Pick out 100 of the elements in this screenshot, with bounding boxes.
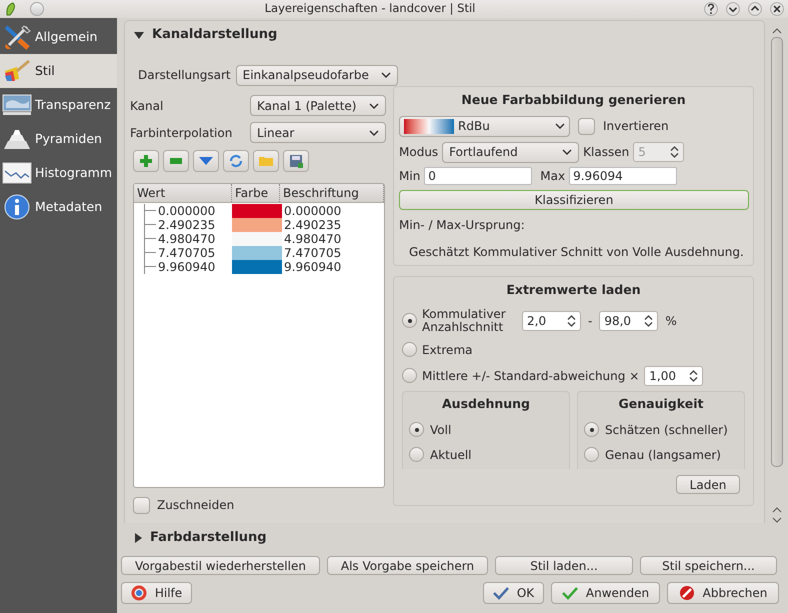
- radio-button[interactable]: [584, 422, 599, 437]
- radio-label: Genau (langsamer): [605, 446, 721, 464]
- radio-button[interactable]: [409, 447, 424, 462]
- paintbrush-icon: [3, 59, 31, 83]
- dropdown[interactable]: Einkanalpseudofarbe: [236, 64, 398, 86]
- spin-box[interactable]: 1,00: [644, 366, 704, 386]
- spin-arrows-icon: [689, 370, 698, 382]
- caret-icon: [369, 102, 379, 108]
- style-button[interactable]: Stil laden...: [495, 556, 633, 575]
- style-button[interactable]: Vorgabestil wiederherstellen: [121, 556, 320, 575]
- table-cell: 7.470705: [284, 246, 342, 260]
- sidebar-item[interactable]: Histogramm: [0, 156, 117, 190]
- toolbar-button[interactable]: [133, 150, 159, 172]
- radio-button[interactable]: [402, 313, 417, 328]
- group-title: Neue Farbabbildung generieren: [460, 91, 687, 109]
- radio-label: Extrema: [422, 342, 472, 359]
- checkbox-label: Zuschneiden: [157, 497, 234, 514]
- dialog-button[interactable]: Anwenden: [551, 582, 660, 604]
- tree-line: [144, 232, 156, 246]
- table-cell: 2.490235: [284, 218, 342, 232]
- add-icon: [138, 153, 154, 169]
- spin-box[interactable]: 98,0: [599, 310, 658, 331]
- table-cell: 9.960940: [284, 260, 342, 274]
- sidebar-item[interactable]: Pyramiden: [0, 122, 117, 156]
- caret-icon: [562, 149, 572, 156]
- style-button[interactable]: Als Vorgabe speichern: [327, 556, 488, 575]
- checkmark-icon: [492, 586, 509, 600]
- toolbar-button[interactable]: [283, 150, 309, 172]
- classify-button[interactable]: Klassifizieren: [399, 190, 749, 210]
- table-cell: 2.490235: [158, 218, 216, 232]
- tree-line: [144, 218, 156, 232]
- table-cell: 0.000000: [284, 204, 342, 218]
- window-title: Layereigenschaften - landcover | Stil: [264, 0, 476, 18]
- column-header[interactable]: Farbe: [232, 184, 280, 202]
- radio-button[interactable]: [402, 368, 417, 384]
- scrollbar-thumb[interactable]: [771, 37, 783, 467]
- app-logo-icon[interactable]: [4, 1, 18, 17]
- collapse-arrow-icon[interactable]: [134, 32, 144, 38]
- expand-arrow-icon[interactable]: [135, 533, 142, 544]
- radio-label: Voll: [430, 422, 452, 438]
- help-button[interactable]: [704, 2, 718, 16]
- field-label: Klassen: [583, 144, 630, 162]
- column-header[interactable]: Wert: [134, 184, 232, 202]
- sidebar-item[interactable]: Stil: [0, 54, 117, 88]
- column-header[interactable]: Beschriftung: [280, 184, 384, 202]
- table-cell: 4.980470: [284, 232, 342, 246]
- sidebar-item[interactable]: Transparenz: [0, 88, 117, 122]
- maximize-button[interactable]: [748, 2, 762, 16]
- table-cell: 0.000000: [158, 204, 216, 218]
- input-field[interactable]: 9.96094: [569, 166, 678, 185]
- table-cell: 7.470705: [158, 246, 216, 260]
- toolbar-button[interactable]: [193, 150, 219, 172]
- field-label: Farbinterpolation: [130, 124, 232, 142]
- dropdown[interactable]: Fortlaufend: [442, 142, 580, 163]
- checkmark-icon: [562, 586, 578, 600]
- radio-label: Aktuell: [430, 446, 472, 464]
- toolbar-button[interactable]: [223, 150, 249, 172]
- close-button[interactable]: [770, 2, 784, 16]
- table-cell: 4.980470: [158, 232, 216, 246]
- caret-icon: [380, 72, 391, 78]
- lifebuoy-icon: [130, 585, 147, 601]
- radio-label: Kommulativer Anzahlschnitt: [422, 308, 507, 334]
- save-icon: [288, 153, 304, 169]
- spin-arrows-icon: [644, 314, 654, 327]
- dialog-button[interactable]: Hilfe: [121, 582, 192, 604]
- spin-arrows-icon: [567, 314, 576, 327]
- dialog-button[interactable]: Abbrechen: [667, 582, 779, 604]
- radio-button[interactable]: [584, 447, 599, 462]
- scroll-down-icon[interactable]: [772, 517, 782, 523]
- tree-line: [144, 204, 156, 218]
- radio-button[interactable]: [402, 342, 417, 358]
- dropdown[interactable]: Linear: [250, 122, 386, 143]
- spin-arrows-icon: [670, 146, 680, 158]
- dropdown[interactable]: Kanal 1 (Palette): [250, 95, 386, 116]
- style-button[interactable]: Stil speichern...: [640, 556, 777, 575]
- sidebar-item[interactable]: Metadaten: [0, 190, 117, 224]
- color-ramp-preview: [404, 118, 454, 134]
- checkbox-label: Invertieren: [603, 118, 669, 136]
- line-graph-icon: [2, 162, 32, 184]
- caret-icon: [555, 123, 565, 130]
- checkbox[interactable]: [133, 496, 150, 514]
- color-ramp-dropdown[interactable]: RdBu: [399, 116, 570, 137]
- checkbox[interactable]: [578, 118, 595, 135]
- radio-label: Mittlere +/- Standard-abweichung ×: [422, 368, 640, 385]
- load-button[interactable]: Laden: [676, 474, 740, 494]
- toolbar-button[interactable]: [163, 150, 189, 172]
- dialog-button[interactable]: OK: [483, 582, 544, 604]
- input-field[interactable]: 0: [424, 166, 532, 185]
- spin-box[interactable]: 2,0: [522, 310, 581, 331]
- tools-icon: [3, 24, 31, 50]
- radio-button[interactable]: [409, 422, 424, 437]
- scroll-up-icon[interactable]: [772, 28, 782, 34]
- separator-text: -: [588, 312, 592, 330]
- label: Geschätzt Kommulativer Schnitt von Volle Ausdehnung.: [409, 244, 745, 261]
- scroll-up-icon[interactable]: [772, 507, 782, 513]
- map-screen-icon: [2, 93, 32, 117]
- minimize-button[interactable]: [726, 2, 740, 16]
- field-label: Kanal: [130, 98, 164, 114]
- field-label: Min: [399, 168, 420, 185]
- sidebar-item[interactable]: Allgemein: [0, 20, 117, 54]
